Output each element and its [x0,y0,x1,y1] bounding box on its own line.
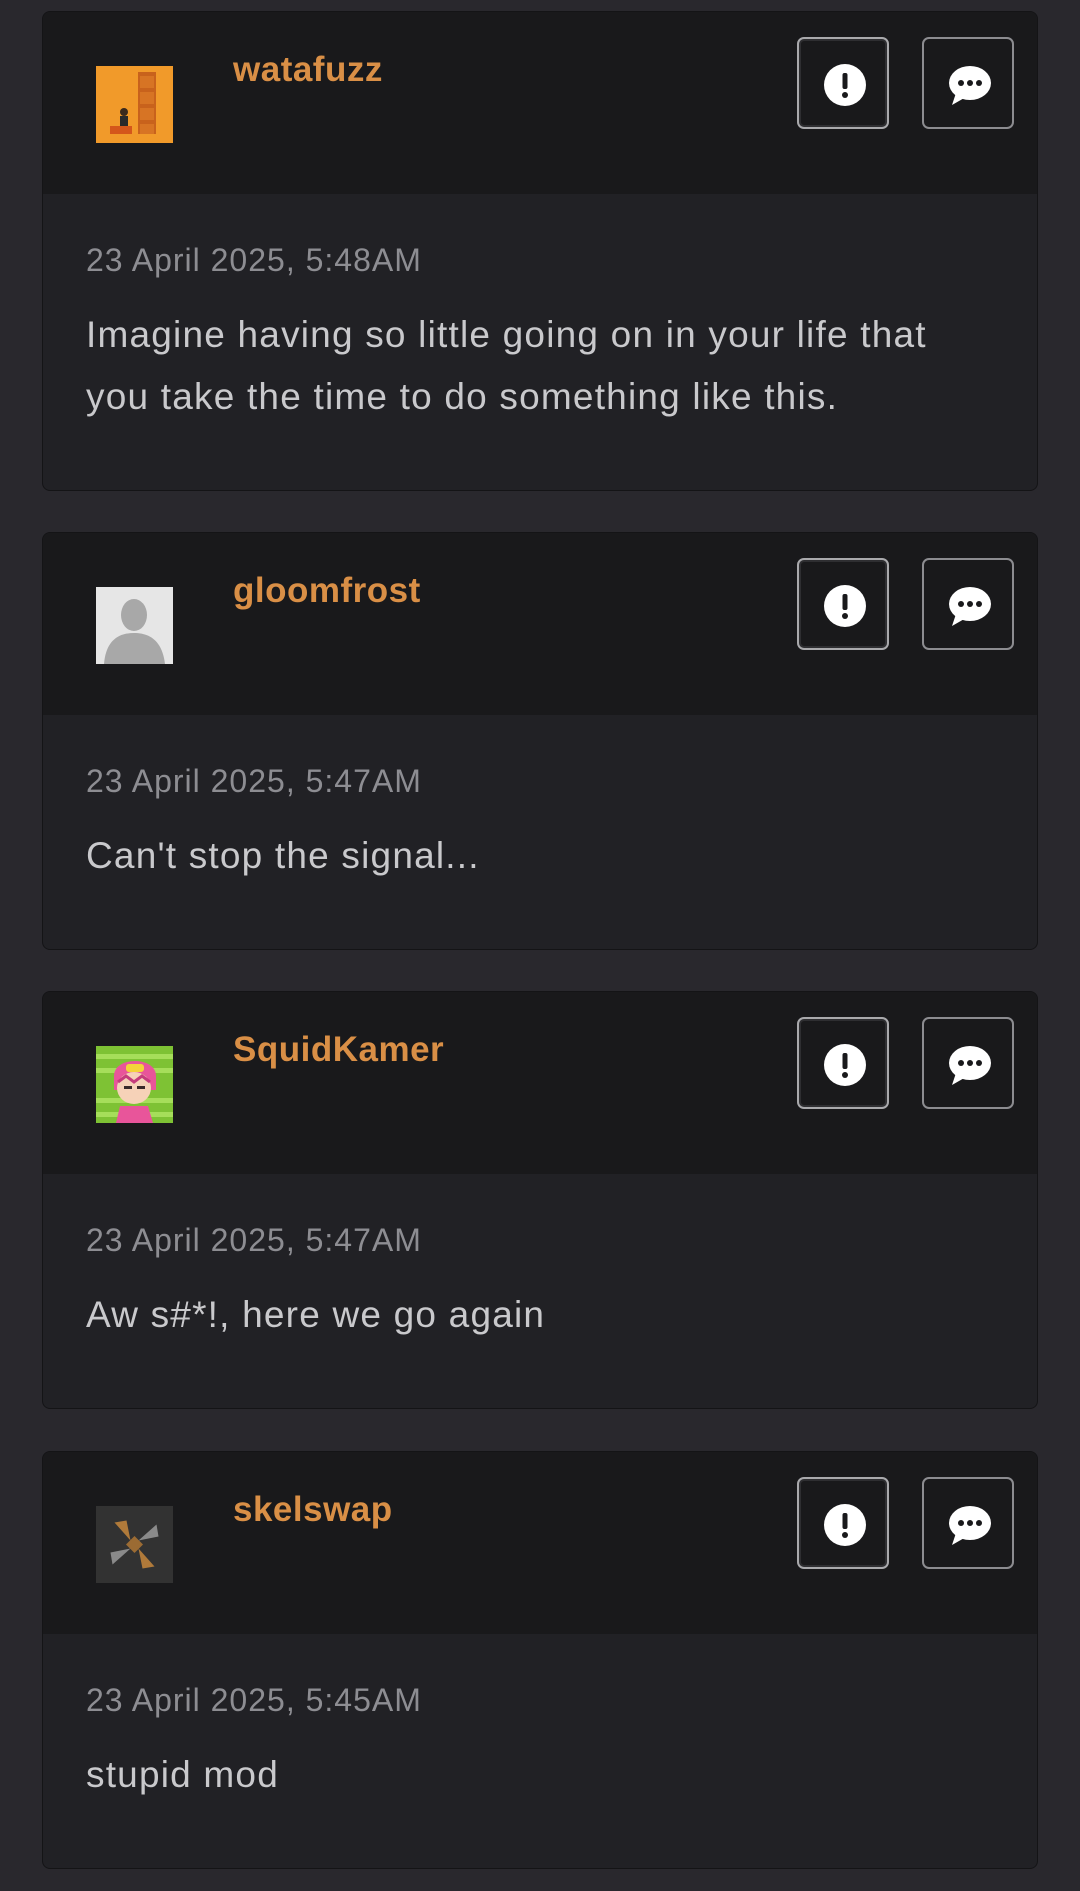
comment-header: gloomfrost [43,533,1037,715]
speech-bubble-icon [949,587,991,626]
exclamation-circle-icon [824,1504,866,1546]
avatar[interactable] [96,1506,173,1583]
timestamp: 23 April 2025, 5:48AM [86,242,422,278]
speech-bubble-icon [949,1046,991,1085]
comment-body: 23 April 2025, 5:48AM Imagine having so … [43,194,1037,428]
timestamp: 23 April 2025, 5:45AM [86,1682,422,1718]
username[interactable]: skelswap [233,1490,393,1530]
comment-body: 23 April 2025, 5:47AM Can't stop the sig… [43,715,1037,887]
comment-text: Can't stop the signal... [86,835,480,876]
username[interactable]: watafuzz [233,50,383,90]
timestamp: 23 April 2025, 5:47AM [86,1222,422,1258]
comment-text: Aw s#*!, here we go again [86,1294,546,1335]
comment-body: 23 April 2025, 5:47AM Aw s#*!, here we g… [43,1174,1037,1346]
comment-header: SquidKamer [43,992,1037,1174]
username[interactable]: SquidKamer [233,1030,444,1070]
comment-card: skelswap 23 April 2025, 5:45AM stupid mo… [42,1451,1038,1869]
comment-header: watafuzz [43,12,1037,194]
comment-body: 23 April 2025, 5:45AM stupid mod [43,1634,1037,1806]
comment-header: skelswap [43,1452,1037,1634]
avatar[interactable] [96,66,173,143]
reply-button[interactable] [922,558,1014,650]
speech-bubble-icon [949,1506,991,1545]
report-button[interactable] [797,1477,889,1569]
comment-card: SquidKamer 23 April 2025, 5:47AM Aw s#*!… [42,991,1038,1409]
report-button[interactable] [797,1017,889,1109]
comment-feed: watafuzz 23 April 2025, 5:48AM Imagine h… [0,0,1080,1891]
timestamp: 23 April 2025, 5:47AM [86,763,422,799]
reply-button[interactable] [922,1477,1014,1569]
exclamation-circle-icon [824,585,866,627]
username[interactable]: gloomfrost [233,571,421,611]
speech-bubble-icon [949,66,991,105]
comment-text: stupid mod [86,1754,279,1795]
comment-card: gloomfrost 23 April 2025, 5:47AM Can't s… [42,532,1038,950]
report-button[interactable] [797,37,889,129]
report-button[interactable] [797,558,889,650]
comment-card: watafuzz 23 April 2025, 5:48AM Imagine h… [42,11,1038,491]
avatar[interactable] [96,587,173,664]
exclamation-circle-icon [824,64,866,106]
avatar[interactable] [96,1046,173,1123]
reply-button[interactable] [922,1017,1014,1109]
exclamation-circle-icon [824,1044,866,1086]
comment-text: Imagine having so little going on in you… [86,314,927,417]
reply-button[interactable] [922,37,1014,129]
